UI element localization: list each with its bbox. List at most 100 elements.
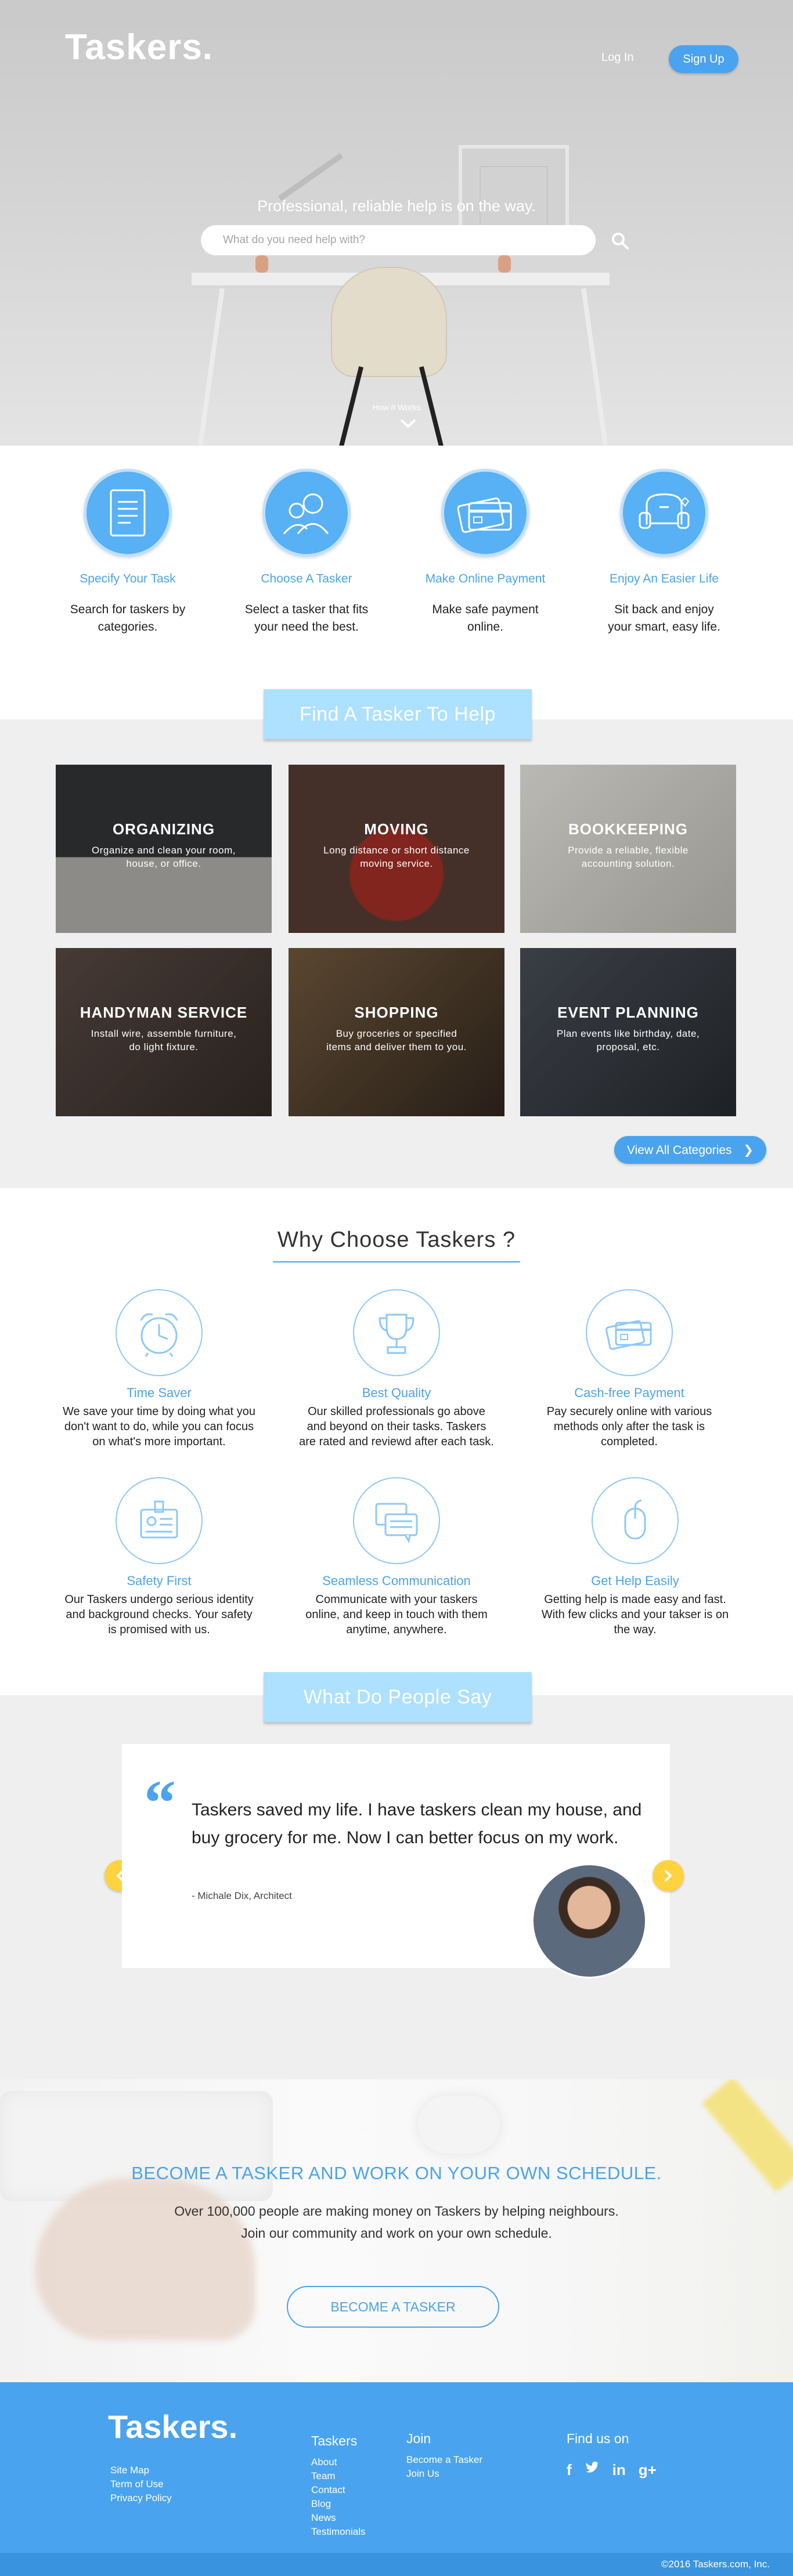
become-tasker-button[interactable]: BECOME A TASKER [287,2286,499,2328]
step-online-payment: Make Online Payment Make safe payment onl… [404,469,567,636]
feature-cash-free-payment: Cash-free Payment Pay securely online wi… [525,1289,734,1449]
team-link[interactable]: Team [311,2469,366,2483]
category-desc: Provide a reliable, flexible accounting … [568,845,689,869]
category-card-handyman[interactable]: HANDYMAN SERVICE Install wire, assemble … [56,948,272,1116]
social-links: f in g+ [567,2461,657,2479]
terms-link[interactable]: Term of Use [110,2477,172,2491]
search-button[interactable] [608,230,632,253]
category-title: MOVING [364,820,429,838]
feature-title: Best Quality [362,1385,431,1400]
category-desc: Plan events like birthday, date, proposa… [556,1028,700,1052]
category-desc: Organize and clean your room, house, or … [92,845,236,869]
feature-best-quality: Best Quality Our skilled professionals g… [292,1289,501,1449]
heading-underline [273,1261,520,1262]
contact-link[interactable]: Contact [311,2483,366,2497]
avatar [532,1864,647,1978]
footer-join-links: Become a Tasker Join Us [406,2453,482,2481]
feature-desc: Communicate with your taskers online, and… [305,1593,488,1636]
step-desc: Make safe payment online. [432,603,539,634]
privacy-link[interactable]: Privacy Policy [110,2491,172,2505]
copyright-text: ©2016 Taskers.com, Inc. [661,2559,770,2570]
become-tasker-text-2: Join our community and work on your own … [241,2226,552,2241]
twitter-icon[interactable] [585,2461,600,2479]
category-desc: Buy groceries or specified items and del… [326,1028,467,1052]
site-map-link[interactable]: Site Map [110,2463,172,2477]
facebook-icon[interactable]: f [567,2461,572,2479]
footer-bottom-bar: ©2016 Taskers.com, Inc. [0,2553,793,2576]
quote-icon: “ [144,1767,176,1838]
footer-taskers-links: About Team Contact Blog News Testimonial… [311,2455,366,2539]
lamp-decor [277,153,344,201]
category-title: BOOKKEEPING [568,820,689,838]
about-link[interactable]: About [311,2455,366,2469]
step-title: Make Online Payment [425,572,546,585]
hero-tagline: Professional, reliable help is on the wa… [257,197,536,215]
footer-brand-logo[interactable]: Taskers. [108,2408,237,2445]
feature-title: Get Help Easily [591,1573,679,1588]
footer: Taskers. Site Map Term of Use Privacy Po… [0,2382,793,2576]
signup-button[interactable]: Sign Up [669,45,738,73]
plant-decor [255,255,268,273]
category-desc: Install wire, assemble furniture, do lig… [91,1028,237,1052]
category-desc: Long distance or short distance moving s… [323,845,470,869]
armchair-icon [620,469,708,557]
google-plus-icon[interactable]: g+ [639,2461,657,2479]
step-easier-life: Enjoy An Easier Life Sit back and enjoy y… [583,469,745,636]
search-icon [612,232,629,249]
feature-desc: Getting help is made easy and fast. With … [541,1593,729,1636]
join-us-link[interactable]: Join Us [406,2467,482,2481]
people-icon [262,469,351,557]
category-card-event-planning[interactable]: EVENT PLANNING Plan events like birthday… [520,948,736,1116]
chevron-down-icon[interactable] [399,418,417,429]
category-title: HANDYMAN SERVICE [80,1004,248,1021]
hand-decor [35,2178,255,2340]
feature-time-saver: Time Saver We save your time by doing wh… [55,1289,264,1449]
view-all-categories-button[interactable]: View All Categories ❯ [614,1136,766,1164]
login-link[interactable]: Log In [601,51,634,64]
testimonial-section: What Do People Say “ Taskers saved my li… [0,1672,793,2079]
feature-seamless-communication: Seamless Communication Communicate with … [292,1477,501,1637]
step-desc: Select a tasker that fits your need the b… [244,603,369,634]
testimonial-text: Taskers saved my life. I have taskers cl… [192,1800,642,1847]
plant-decor [498,255,511,273]
step-desc: Sit back and enjoy your smart, easy life. [608,603,720,634]
category-title: EVENT PLANNING [557,1004,699,1021]
search-input[interactable] [201,225,596,255]
chevron-right-icon [664,1869,672,1882]
alarm-clock-icon [116,1289,203,1376]
feature-desc: Pay securely online with various methods … [546,1405,712,1448]
next-testimonial-button[interactable] [653,1860,684,1891]
step-specify-task: Specify Your Task Search for taskers by c… [46,469,209,636]
feature-desc: Our skilled professionals go above and be… [299,1405,494,1448]
step-title: Enjoy An Easier Life [610,572,719,585]
chair-decor [331,267,447,377]
feature-title: Seamless Communication [322,1573,471,1588]
become-tasker-link[interactable]: Become a Tasker [406,2453,482,2467]
testimonial-author: - Michale Dix, Architect [192,1890,292,1901]
testimonials-link[interactable]: Testimonials [311,2525,366,2539]
hero-section: Taskers. Log In Sign Up Professional, re… [0,0,793,446]
how-it-works-label: How It Works [372,403,421,412]
brand-logo[interactable]: Taskers. [65,27,213,68]
feature-title: Cash-free Payment [574,1385,684,1400]
category-card-moving[interactable]: MOVING Long distance or short distance m… [289,765,504,933]
testimonial-heading: What Do People Say [264,1672,532,1722]
category-card-organizing[interactable]: ORGANIZING Organize and clean your room,… [56,765,272,933]
credit-card-icon [586,1289,673,1376]
find-tasker-heading: Find A Tasker To Help [264,689,532,739]
view-all-label: View All Categories [627,1143,732,1157]
category-card-shopping[interactable]: SHOPPING Buy groceries or specified item… [289,948,504,1116]
feature-title: Time Saver [127,1385,192,1400]
id-badge-icon [116,1477,203,1564]
news-link[interactable]: News [311,2511,366,2525]
credit-card-icon [441,469,529,557]
chat-bubbles-icon [353,1477,440,1564]
category-card-bookkeeping[interactable]: BOOKKEEPING Provide a reliable, flexible… [520,765,736,933]
linkedin-icon[interactable]: in [612,2461,626,2479]
footer-legal-links: Site Map Term of Use Privacy Policy [110,2463,172,2505]
step-choose-tasker: Choose A Tasker Select a tasker that fit… [225,469,388,636]
blog-link[interactable]: Blog [311,2497,366,2511]
step-title: Choose A Tasker [261,572,352,585]
feature-safety-first: Safety First Our Taskers undergo serious… [55,1477,264,1637]
footer-taskers-heading: Taskers [311,2433,358,2448]
